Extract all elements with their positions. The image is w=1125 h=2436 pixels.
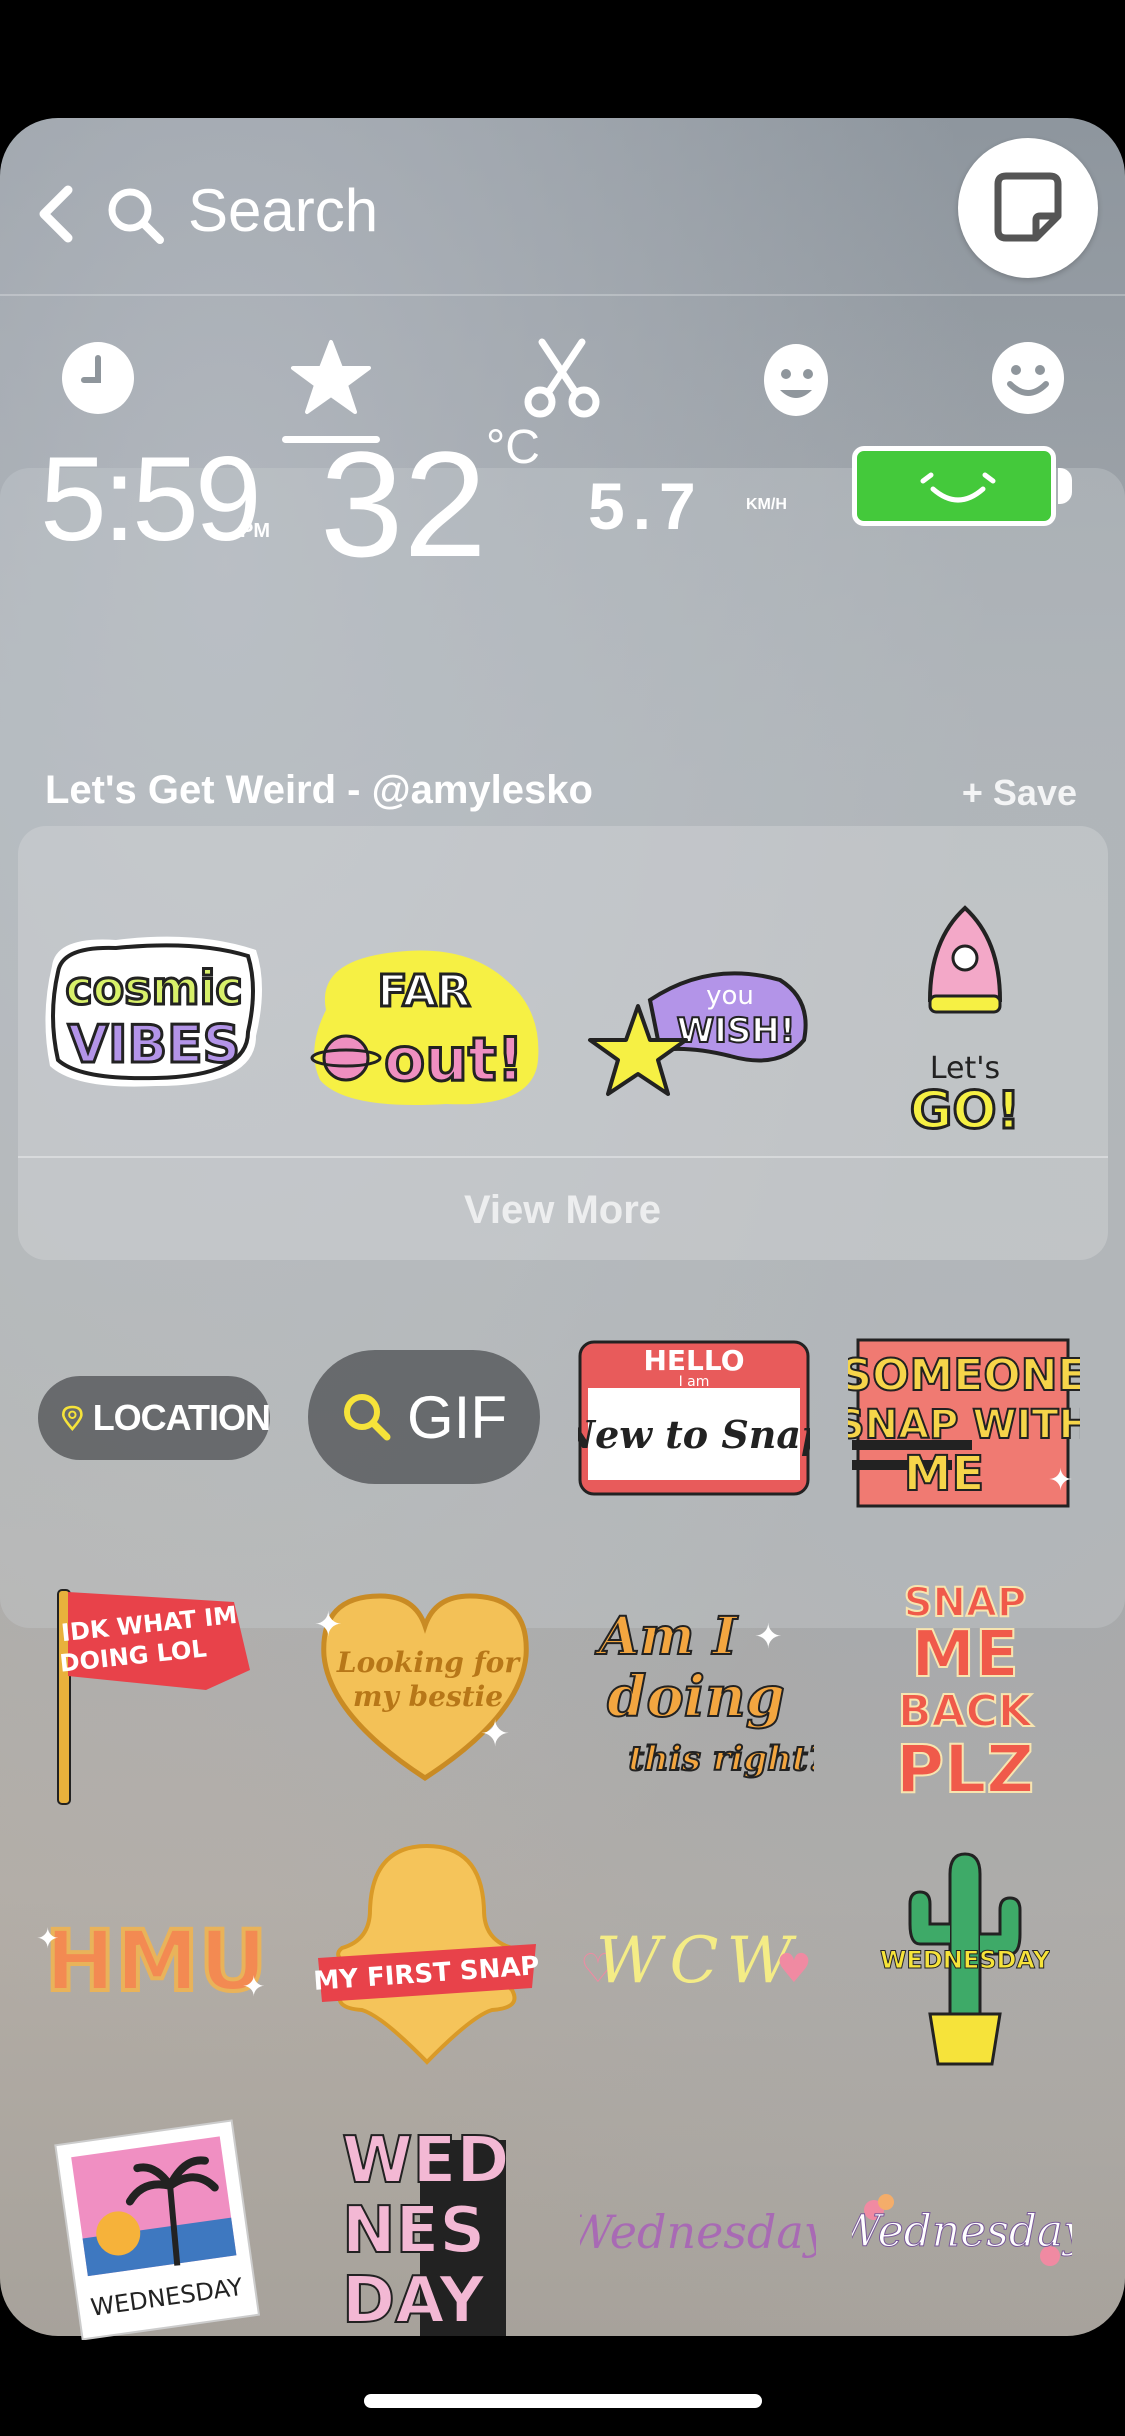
gif-label: GIF	[407, 1383, 507, 1451]
sticker-wednesday-floral[interactable]: Wednesday	[852, 2180, 1072, 2280]
me-text: ME	[904, 1446, 985, 1502]
you-text: you	[706, 981, 754, 1011]
wish-text: WISH!	[677, 1011, 796, 1051]
doing-text: doing	[607, 1664, 785, 1730]
sticker-wednesday-photo[interactable]: WEDNESDAY	[54, 2118, 260, 2340]
far-text: FAR	[378, 966, 471, 1017]
sticker-hmu[interactable]: HMU ✦ ✦	[36, 1900, 272, 2012]
create-sticker-button[interactable]	[958, 138, 1098, 278]
tab-bitmoji[interactable]	[754, 336, 838, 420]
sticker-far-out[interactable]: FAR out!	[306, 940, 542, 1112]
sticker-someone-snap-with-me[interactable]: SOMEONE SNAP WITH ME ✦	[848, 1320, 1080, 1516]
heart-icon: ♥	[776, 1946, 812, 1992]
someone-text: SOMEONE	[848, 1350, 1080, 1401]
sticker-wed-nes-day[interactable]: WED NES DAY	[330, 2120, 506, 2336]
home-indicator[interactable]	[364, 2394, 762, 2408]
looking-for-text: Looking for	[336, 1646, 521, 1679]
clock-icon	[62, 342, 134, 414]
search-icon	[108, 188, 164, 244]
back-chevron-icon[interactable]	[30, 174, 80, 254]
hmu-text: HMU	[45, 1912, 267, 2010]
day-text: DAY	[342, 2264, 486, 2336]
wcw-text: WCW	[596, 1924, 801, 1996]
sticker-idk-flag[interactable]: IDK WHAT IM DOING LOL	[50, 1580, 260, 1806]
time-widget[interactable]: 5:59	[40, 430, 262, 568]
sparkle-icon: ✦	[314, 1605, 343, 1645]
sticker-am-i-doing-this-right[interactable]: Am I doing this right? ✦	[578, 1592, 814, 1788]
hello-top-text: HELLO	[643, 1344, 744, 1377]
smiley-icon	[992, 342, 1064, 414]
wednesday-script-2-text: Wednesday	[852, 2206, 1072, 2257]
gif-search-chip[interactable]: GIF	[308, 1350, 540, 1484]
sticker-you-wish[interactable]: you WISH!	[580, 960, 816, 1110]
vibes-text: VIBES	[68, 1015, 240, 1075]
pack-title: Let's Get Weird - @amylesko	[45, 768, 593, 812]
battery-smile-icon	[920, 472, 996, 503]
nes-text: NES	[342, 2194, 485, 2268]
battery-widget[interactable]	[852, 446, 1056, 526]
sticker-wednesday-script-purple[interactable]: Wednesday	[580, 2190, 816, 2270]
battery-nub	[1058, 468, 1072, 504]
cosmic-text: cosmic	[65, 961, 242, 1015]
sticker-wcw[interactable]: ♡ WCW ♥	[580, 1920, 816, 1996]
sparkle-icon: ✦	[36, 1922, 59, 1955]
me-text: ME	[911, 1618, 1018, 1692]
location-chip[interactable]: LOCATION	[38, 1376, 271, 1460]
my-bestie-text: my bestie	[353, 1680, 503, 1713]
sticker-hello-new-to-snap[interactable]: HELLO I am New to Snap	[578, 1340, 810, 1496]
sticker-my-first-snap[interactable]: MY FIRST SNAP	[312, 1840, 542, 2072]
sticker-wednesday-cactus[interactable]: WEDNESDAY	[880, 1844, 1050, 2070]
search-input[interactable]: Search	[188, 176, 378, 245]
bitmoji-face-icon	[764, 344, 828, 416]
sticker-looking-for-my-bestie[interactable]: Looking for my bestie ✦ ✦	[310, 1586, 540, 1786]
sticker-icon	[994, 172, 1062, 242]
time-period: PM	[240, 520, 270, 542]
gif-search-icon	[344, 1394, 391, 1441]
plz-text: PLZ	[896, 1731, 1034, 1806]
location-pin-icon	[62, 1405, 83, 1431]
snap-with-text: SNAP WITH	[848, 1402, 1080, 1448]
wednesday-cactus-text: WEDNESDAY	[880, 1946, 1050, 1974]
am-i-text: Am I	[594, 1606, 738, 1667]
sticker-snap-me-back-plz[interactable]: SNAP ME BACK PLZ	[890, 1570, 1040, 1806]
location-label: LOCATION	[92, 1397, 271, 1438]
pack-save-button[interactable]: + Save	[962, 772, 1077, 814]
header-divider	[0, 294, 1125, 296]
sparkle-icon: ✦	[1048, 1463, 1073, 1498]
temperature-unit: °C	[486, 421, 540, 474]
star-icon	[291, 340, 371, 414]
this-right-text: this right?	[628, 1739, 814, 1779]
hello-sub-text: I am	[679, 1374, 710, 1390]
pack-divider	[18, 1156, 1108, 1158]
tab-favorites[interactable]	[289, 336, 373, 420]
sticker-lets-go[interactable]: Let's GO!	[890, 900, 1040, 1140]
sparkle-icon: ✦	[242, 1970, 265, 2003]
sparkle-icon: ✦	[754, 1617, 783, 1657]
wed-text: WED	[342, 2124, 506, 2198]
temperature-widget[interactable]: 32	[320, 418, 487, 591]
out-text: out!	[384, 1025, 524, 1095]
wednesday-script-1-text: Wednesday	[580, 2205, 816, 2259]
speed-widget[interactable]: 5.7	[588, 468, 704, 544]
view-more-button[interactable]: View More	[0, 1188, 1125, 1233]
back-text: BACK	[898, 1686, 1034, 1737]
tab-cutouts[interactable]	[520, 336, 604, 420]
tab-recents[interactable]	[56, 336, 140, 420]
sparkle-icon: ✦	[480, 1714, 510, 1755]
speed-unit: KM/H	[746, 496, 787, 513]
sticker-cosmic-vibes[interactable]: cosmic VIBES	[36, 926, 272, 1096]
go-text: GO!	[910, 1081, 1021, 1140]
scissors-icon	[524, 338, 600, 418]
hello-body-text: New to Snap	[578, 1412, 810, 1457]
tab-emoji[interactable]	[986, 336, 1070, 420]
